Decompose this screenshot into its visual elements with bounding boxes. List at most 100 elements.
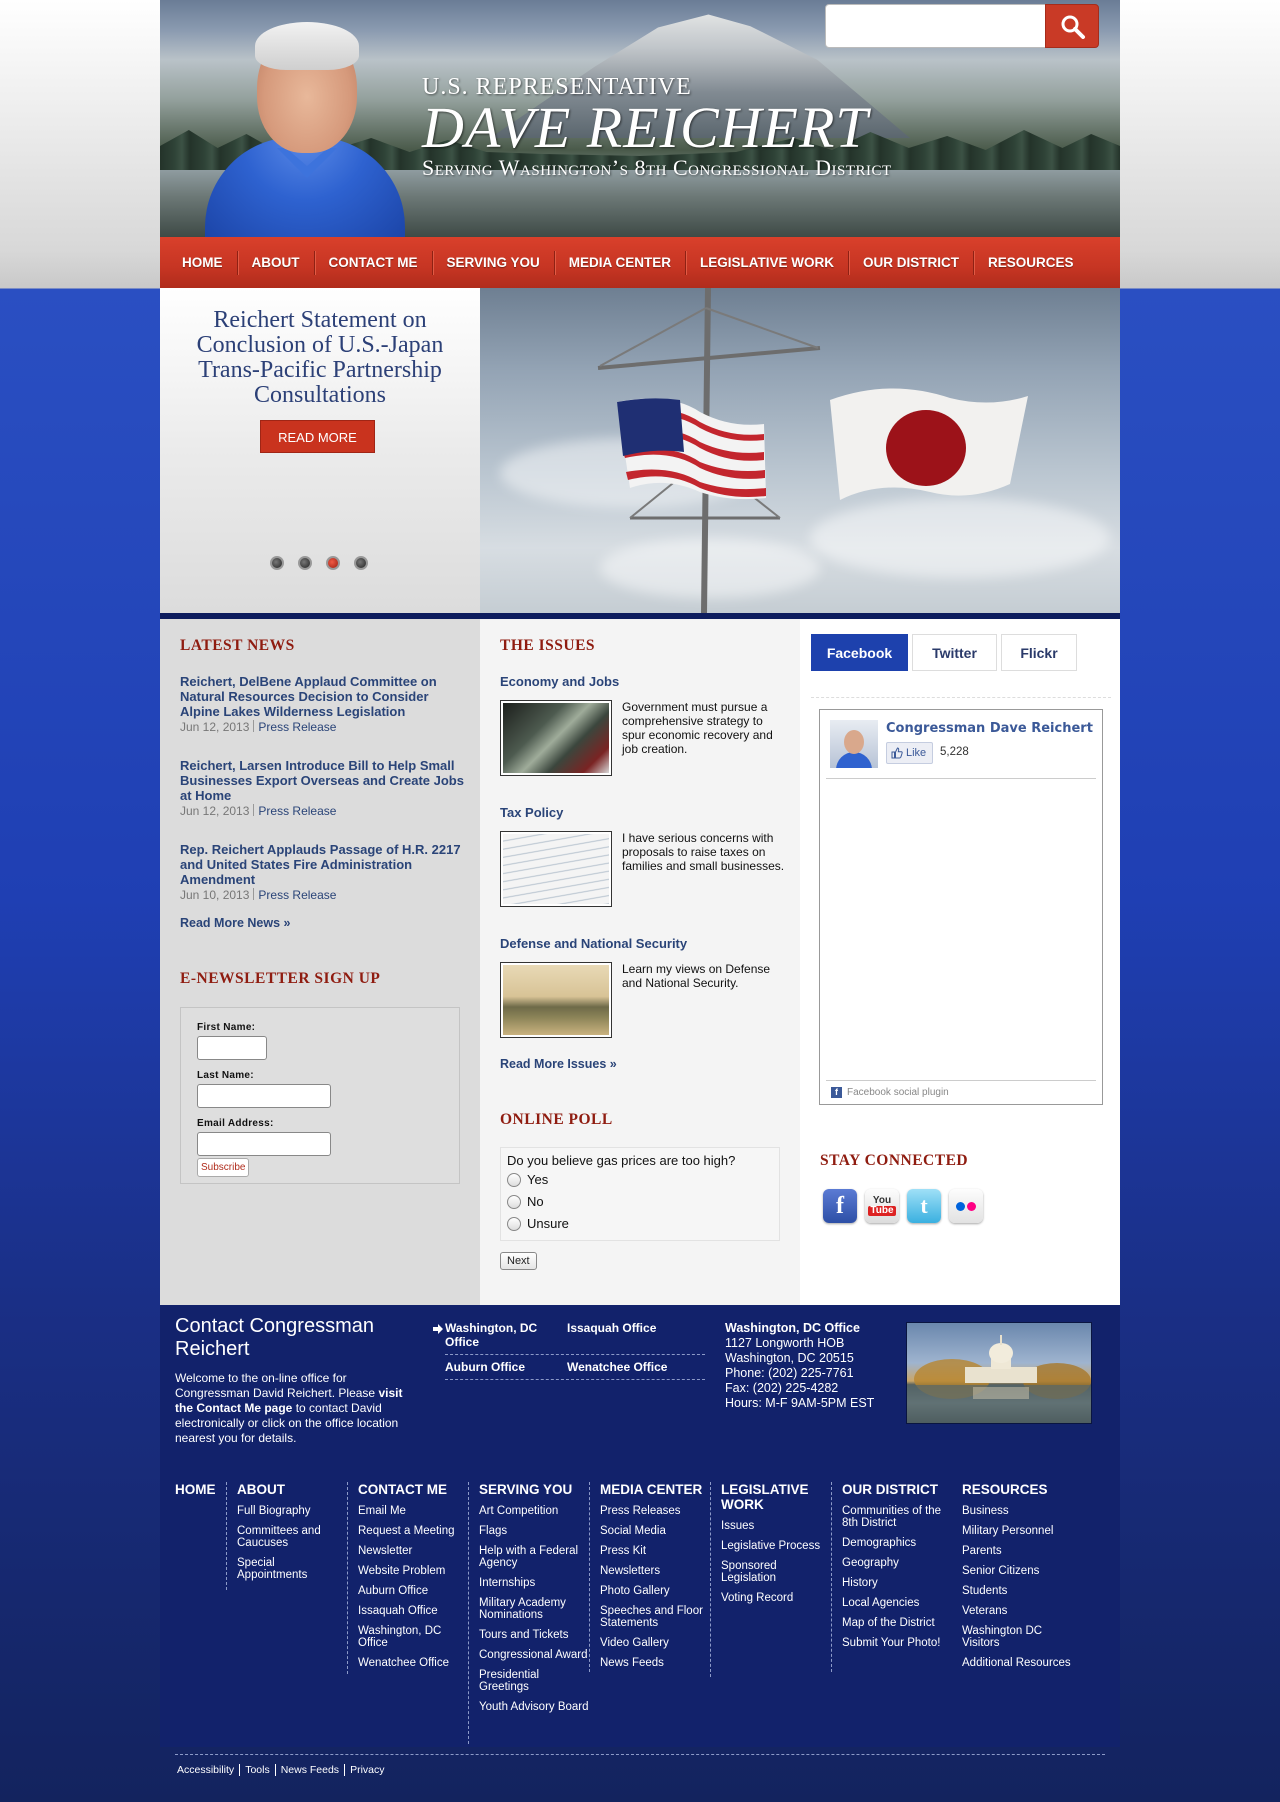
- poll-option[interactable]: Unsure: [507, 1216, 569, 1231]
- news-title-link[interactable]: Rep. Reichert Applauds Passage of H.R. 2…: [180, 842, 465, 887]
- utility-link-privacy[interactable]: Privacy: [345, 1764, 389, 1776]
- facebook-page-avatar[interactable]: [830, 720, 878, 768]
- footer-link[interactable]: Geography: [832, 1557, 952, 1569]
- footer-link[interactable]: Photo Gallery: [590, 1585, 710, 1597]
- footer-heading-link[interactable]: SERVING YOU: [469, 1482, 589, 1497]
- nav-resources[interactable]: RESOURCES: [974, 251, 1088, 275]
- nav-home[interactable]: HOME: [168, 250, 238, 275]
- site-title[interactable]: U.S. REPRESENTATIVE DAVE REICHERT Servin…: [422, 74, 892, 181]
- footer-link[interactable]: Press Releases: [590, 1505, 710, 1517]
- footer-link[interactable]: Art Competition: [469, 1505, 589, 1517]
- footer-link[interactable]: Auburn Office: [348, 1585, 468, 1597]
- utility-link-news-feeds[interactable]: News Feeds: [276, 1764, 346, 1776]
- footer-link[interactable]: Flags: [469, 1525, 589, 1537]
- footer-link[interactable]: Demographics: [832, 1537, 952, 1549]
- footer-link[interactable]: Map of the District: [832, 1617, 952, 1629]
- footer-heading-link[interactable]: OUR DISTRICT: [832, 1482, 952, 1497]
- slide-dot-3[interactable]: [326, 556, 340, 570]
- footer-link[interactable]: Full Biography: [227, 1505, 347, 1517]
- flickr-icon[interactable]: [949, 1189, 983, 1223]
- footer-heading-link[interactable]: LEGISLATIVE WORK: [711, 1482, 831, 1512]
- footer-link[interactable]: Issaquah Office: [348, 1605, 468, 1617]
- footer-link[interactable]: Youth Advisory Board: [469, 1701, 589, 1713]
- slide-dot-2[interactable]: [298, 556, 312, 570]
- footer-link[interactable]: Presidential Greetings: [469, 1669, 589, 1693]
- slide-dot-4[interactable]: [354, 556, 368, 570]
- footer-heading-link[interactable]: RESOURCES: [952, 1482, 1082, 1497]
- poll-next-button[interactable]: Next: [500, 1252, 537, 1270]
- tab-facebook[interactable]: Facebook: [811, 634, 908, 671]
- footer-link[interactable]: Washington DC Visitors: [952, 1625, 1082, 1649]
- office-link-auburn[interactable]: Auburn Office: [445, 1360, 525, 1374]
- news-type-link[interactable]: Press Release: [258, 888, 336, 902]
- issue-thumbnail-economy[interactable]: [500, 700, 612, 776]
- radio-button[interactable]: [507, 1172, 521, 1187]
- footer-link[interactable]: Issues: [711, 1520, 831, 1532]
- footer-heading-link[interactable]: MEDIA CENTER: [590, 1482, 710, 1497]
- search-button[interactable]: [1045, 4, 1099, 48]
- footer-link[interactable]: Legislative Process: [711, 1540, 831, 1552]
- footer-link[interactable]: News Feeds: [590, 1657, 710, 1669]
- slide-dot-1[interactable]: [270, 556, 284, 570]
- footer-heading-link[interactable]: CONTACT ME: [348, 1482, 468, 1497]
- footer-link[interactable]: Washington, DC Office: [348, 1625, 468, 1649]
- footer-link[interactable]: Request a Meeting: [348, 1525, 468, 1537]
- footer-link[interactable]: Speeches and Floor Statements: [590, 1605, 710, 1629]
- issue-title-link[interactable]: Tax Policy: [500, 805, 563, 820]
- nav-serving-you[interactable]: SERVING YOU: [433, 250, 555, 275]
- footer-link[interactable]: Internships: [469, 1577, 589, 1589]
- footer-link[interactable]: Military Academy Nominations: [469, 1597, 589, 1621]
- issue-title-link[interactable]: Economy and Jobs: [500, 674, 619, 689]
- radio-button[interactable]: [507, 1194, 521, 1209]
- footer-link[interactable]: Parents: [952, 1545, 1082, 1557]
- footer-link[interactable]: Committees and Caucuses: [227, 1525, 347, 1549]
- poll-option[interactable]: Yes: [507, 1172, 548, 1187]
- footer-link[interactable]: Newsletters: [590, 1565, 710, 1577]
- read-more-issues-link[interactable]: Read More Issues »: [500, 1057, 617, 1071]
- email-field[interactable]: [197, 1132, 331, 1156]
- office-link-issaquah[interactable]: Issaquah Office: [567, 1321, 656, 1335]
- issue-title-link[interactable]: Defense and National Security: [500, 936, 687, 951]
- news-title-link[interactable]: Reichert, Larsen Introduce Bill to Help …: [180, 758, 465, 803]
- footer-link[interactable]: Communities of the 8th District: [832, 1505, 952, 1529]
- footer-link[interactable]: Press Kit: [590, 1545, 710, 1557]
- facebook-icon[interactable]: f: [823, 1189, 857, 1223]
- footer-link[interactable]: Email Me: [348, 1505, 468, 1517]
- poll-option[interactable]: No: [507, 1194, 544, 1209]
- utility-link-tools[interactable]: Tools: [240, 1764, 276, 1776]
- youtube-icon[interactable]: You Tube: [865, 1189, 899, 1223]
- footer-link[interactable]: Social Media: [590, 1525, 710, 1537]
- footer-link[interactable]: Business: [952, 1505, 1082, 1517]
- hero-headline[interactable]: Reichert Statement on Conclusion of U.S.…: [170, 308, 470, 408]
- footer-link[interactable]: Military Personnel: [952, 1525, 1082, 1537]
- footer-link[interactable]: Congressional Award: [469, 1649, 589, 1661]
- last-name-field[interactable]: [197, 1084, 331, 1108]
- twitter-icon[interactable]: t: [907, 1189, 941, 1223]
- footer-heading-link[interactable]: HOME: [165, 1482, 225, 1497]
- footer-link[interactable]: Special Appointments: [227, 1557, 347, 1581]
- news-type-link[interactable]: Press Release: [258, 720, 336, 734]
- read-more-news-link[interactable]: Read More News »: [180, 916, 290, 930]
- nav-our-district[interactable]: OUR DISTRICT: [849, 250, 975, 275]
- facebook-plugin-footer[interactable]: f Facebook social plugin: [826, 1080, 1096, 1104]
- news-title-link[interactable]: Reichert, DelBene Applaud Committee on N…: [180, 674, 465, 719]
- issue-thumbnail-defense[interactable]: [500, 962, 612, 1038]
- read-more-button[interactable]: READ MORE: [260, 420, 375, 453]
- footer-link[interactable]: Additional Resources: [952, 1657, 1082, 1669]
- nav-legislative-work[interactable]: LEGISLATIVE WORK: [686, 250, 850, 275]
- footer-link[interactable]: Tours and Tickets: [469, 1629, 589, 1641]
- hero-flags-photo[interactable]: [480, 288, 1120, 613]
- tab-flickr[interactable]: Flickr: [1001, 634, 1077, 671]
- footer-link[interactable]: Website Problem: [348, 1565, 468, 1577]
- office-link-dc[interactable]: Washington, DC Office: [445, 1321, 545, 1349]
- footer-link[interactable]: Voting Record: [711, 1592, 831, 1604]
- nav-media-center[interactable]: MEDIA CENTER: [555, 250, 687, 275]
- footer-heading-link[interactable]: ABOUT: [227, 1482, 347, 1497]
- footer-link[interactable]: Video Gallery: [590, 1637, 710, 1649]
- footer-link[interactable]: Sponsored Legislation: [711, 1560, 831, 1584]
- footer-link[interactable]: Wenatchee Office: [348, 1657, 468, 1669]
- utility-link-accessibility[interactable]: Accessibility: [177, 1764, 241, 1776]
- footer-link[interactable]: Submit Your Photo!: [832, 1637, 952, 1649]
- facebook-page-name[interactable]: Congressman Dave Reichert: [886, 721, 1093, 736]
- tab-twitter[interactable]: Twitter: [912, 634, 997, 671]
